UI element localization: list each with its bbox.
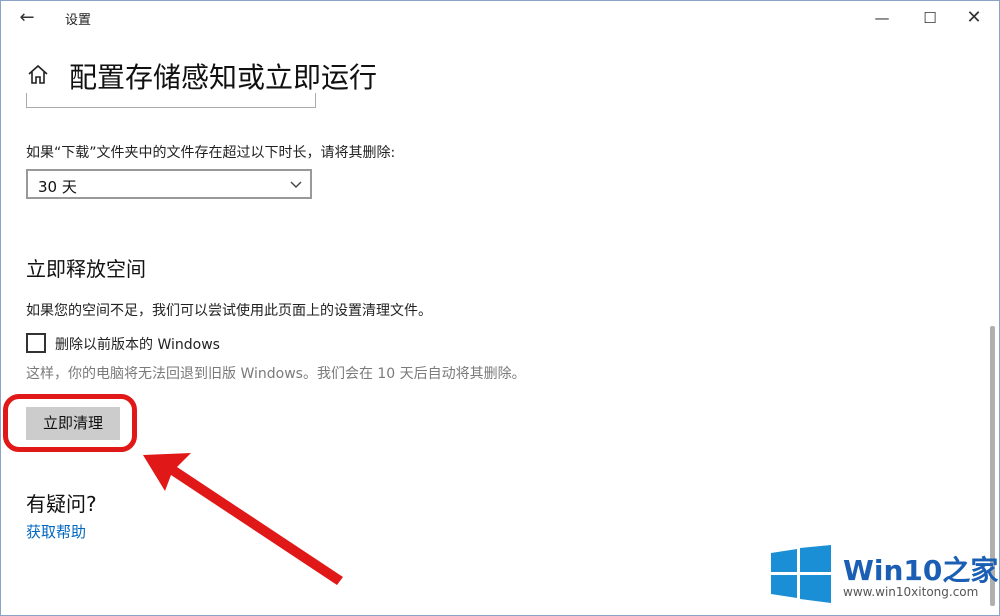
home-icon[interactable] (26, 63, 50, 87)
page-title: 配置存储感知或立即运行 (69, 61, 378, 94)
previous-dropdown-edge[interactable] (26, 93, 316, 108)
watermark: Win10之家 www.win10xitong.com (771, 545, 999, 615)
rollback-note: 这样，你的电脑将无法回退到旧版 Windows。我们会在 10 天后自动将其删除… (26, 366, 526, 382)
title-bar: ← 设置 — ☐ ✕ (1, 1, 999, 35)
close-button[interactable]: ✕ (951, 3, 997, 33)
checkbox-label: 删除以前版本的 Windows (55, 337, 220, 353)
dropdown-value: 30 天 (38, 178, 77, 196)
app-title: 设置 (65, 13, 92, 28)
delete-previous-windows-checkbox[interactable] (26, 333, 46, 353)
maximize-button[interactable]: ☐ (907, 3, 953, 33)
back-arrow-icon: ← (19, 7, 35, 28)
windows-logo-icon (771, 545, 831, 603)
annotation-highlight-circle (3, 394, 137, 452)
chevron-down-icon (290, 181, 302, 188)
watermark-brand: Win10之家 (843, 554, 999, 587)
settings-window: ← 设置 — ☐ ✕ 配置存储感知或立即运行 如果“下载”文件夹中的文件存在超过… (0, 0, 1000, 616)
help-heading: 有疑问? (26, 492, 97, 516)
free-space-description: 如果您的空间不足，我们可以尝试使用此页面上的设置清理文件。 (26, 303, 432, 319)
downloads-label: 如果“下载”文件夹中的文件存在超过以下时长，请将其删除: (26, 145, 396, 161)
back-button[interactable]: ← (15, 6, 39, 30)
downloads-age-dropdown[interactable]: 30 天 (26, 169, 312, 199)
free-space-heading: 立即释放空间 (26, 257, 146, 281)
minimize-button[interactable]: — (859, 3, 905, 33)
watermark-url: www.win10xitong.com (843, 585, 979, 599)
annotation-arrow (143, 453, 343, 585)
get-help-link[interactable]: 获取帮助 (26, 521, 86, 542)
